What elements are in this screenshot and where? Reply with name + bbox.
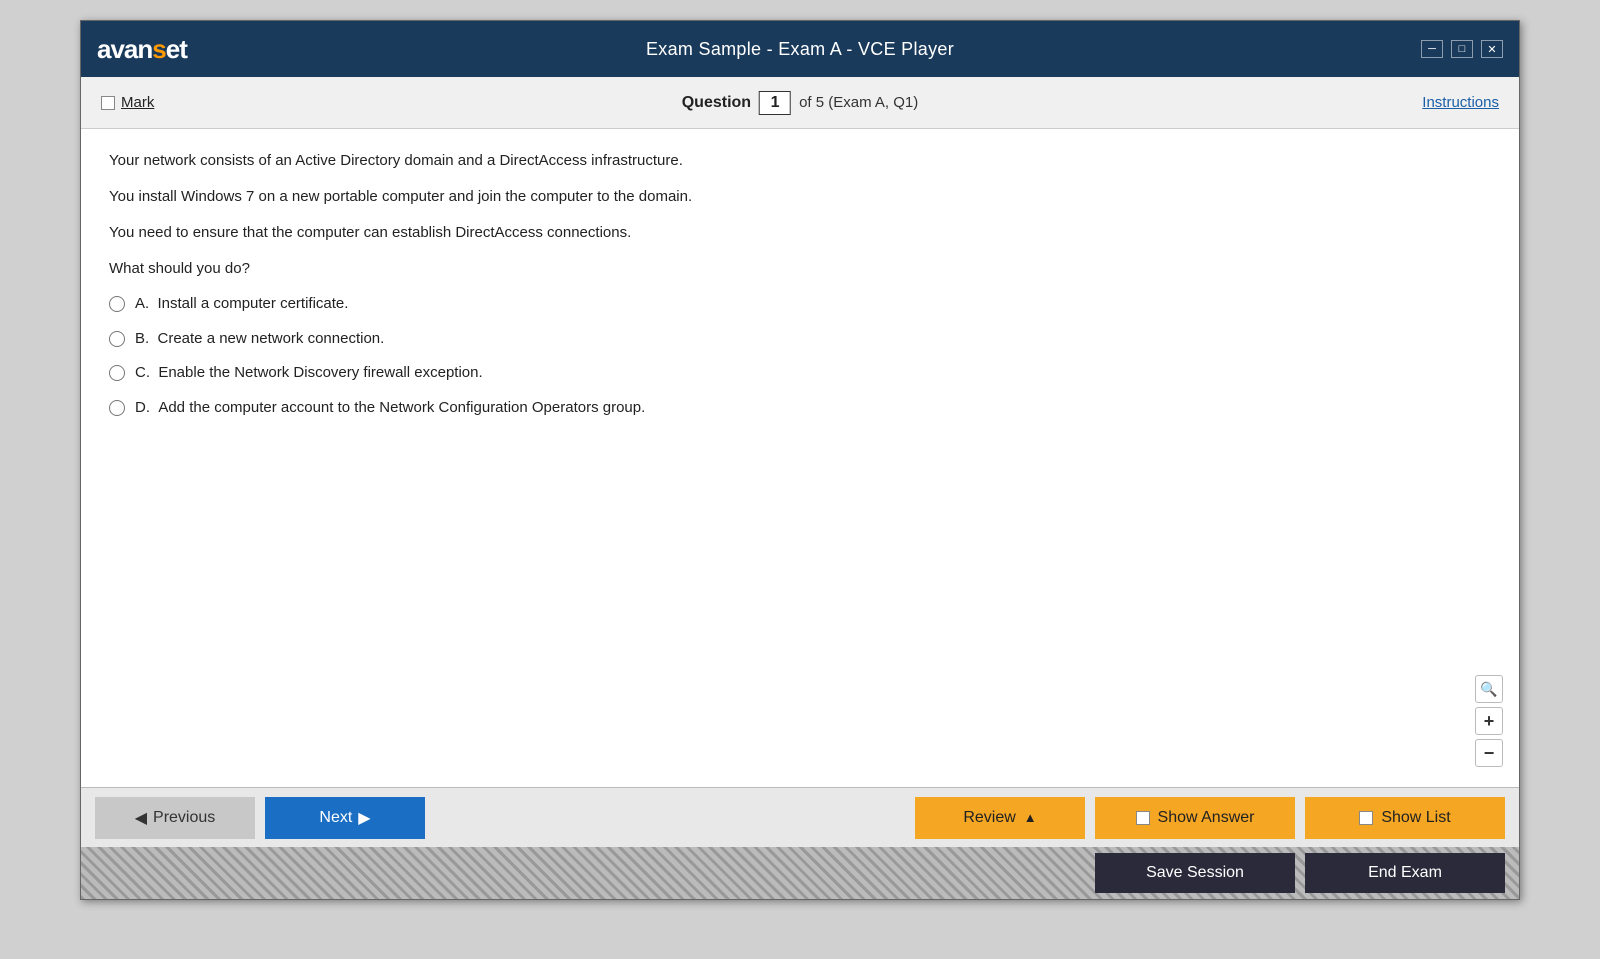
question-label: Question	[682, 94, 751, 112]
show-list-button[interactable]: Show List	[1305, 797, 1505, 839]
zoom-in-button[interactable]: +	[1475, 707, 1503, 735]
zoom-search-button[interactable]: 🔍	[1475, 675, 1503, 703]
prev-arrow-icon: ◀	[135, 808, 147, 828]
review-button[interactable]: Review ▲	[915, 797, 1085, 839]
question-info: Question 1 of 5 (Exam A, Q1)	[682, 91, 919, 115]
previous-label: Previous	[153, 809, 215, 827]
radio-b[interactable]	[109, 331, 125, 347]
bottom-nav: ◀ Previous Next ▶ Review ▲ Show Answer S…	[81, 787, 1519, 847]
question-text: Your network consists of an Active Direc…	[109, 149, 1491, 281]
save-session-button[interactable]: Save Session	[1095, 853, 1295, 893]
mark-label[interactable]: Mark	[121, 94, 154, 111]
title-bar: avanset Exam Sample - Exam A - VCE Playe…	[81, 21, 1519, 77]
question-para-1: Your network consists of an Active Direc…	[109, 149, 1491, 173]
option-b[interactable]: B. Create a new network connection.	[109, 328, 1491, 351]
mark-container: Mark	[101, 94, 154, 111]
toolbar: Mark Question 1 of 5 (Exam A, Q1) Instru…	[81, 77, 1519, 129]
mark-checkbox[interactable]	[101, 96, 115, 110]
option-b-label: B. Create a new network connection.	[135, 328, 384, 351]
show-answer-button[interactable]: Show Answer	[1095, 797, 1295, 839]
show-list-label: Show List	[1381, 809, 1450, 827]
app-logo: avanset	[97, 34, 187, 65]
review-label: Review	[963, 809, 1015, 827]
review-arrow-icon: ▲	[1024, 810, 1037, 825]
action-bar: Save Session End Exam	[81, 847, 1519, 899]
show-answer-checkbox-icon	[1136, 811, 1150, 825]
option-d[interactable]: D. Add the computer account to the Netwo…	[109, 397, 1491, 420]
radio-a[interactable]	[109, 296, 125, 312]
show-answer-label: Show Answer	[1158, 809, 1255, 827]
option-d-label: D. Add the computer account to the Netwo…	[135, 397, 645, 420]
option-a[interactable]: A. Install a computer certificate.	[109, 293, 1491, 316]
logo-area: avanset	[97, 34, 187, 65]
close-button[interactable]: ✕	[1481, 40, 1503, 58]
minimize-button[interactable]: ─	[1421, 40, 1443, 58]
radio-c[interactable]	[109, 365, 125, 381]
restore-button[interactable]: □	[1451, 40, 1473, 58]
next-label: Next	[319, 809, 352, 827]
question-of-label: of 5 (Exam A, Q1)	[799, 94, 918, 111]
instructions-link[interactable]: Instructions	[1422, 94, 1499, 111]
previous-button[interactable]: ◀ Previous	[95, 797, 255, 839]
question-para-2: You install Windows 7 on a new portable …	[109, 185, 1491, 209]
option-c-label: C. Enable the Network Discovery firewall…	[135, 362, 483, 385]
zoom-controls: 🔍 + −	[1475, 675, 1503, 767]
window-controls: ─ □ ✕	[1421, 40, 1503, 58]
radio-d[interactable]	[109, 400, 125, 416]
window-title: Exam Sample - Exam A - VCE Player	[646, 39, 954, 60]
show-list-checkbox-icon	[1359, 811, 1373, 825]
option-c[interactable]: C. Enable the Network Discovery firewall…	[109, 362, 1491, 385]
logo-accent: s	[152, 34, 165, 64]
zoom-out-button[interactable]: −	[1475, 739, 1503, 767]
option-a-label: A. Install a computer certificate.	[135, 293, 348, 316]
question-number-box: 1	[759, 91, 791, 115]
next-arrow-icon: ▶	[358, 808, 370, 828]
question-stem: What should you do?	[109, 257, 1491, 281]
content-area: Your network consists of an Active Direc…	[81, 129, 1519, 787]
options-list: A. Install a computer certificate. B. Cr…	[109, 293, 1491, 419]
question-para-3: You need to ensure that the computer can…	[109, 221, 1491, 245]
end-exam-button[interactable]: End Exam	[1305, 853, 1505, 893]
next-button[interactable]: Next ▶	[265, 797, 425, 839]
